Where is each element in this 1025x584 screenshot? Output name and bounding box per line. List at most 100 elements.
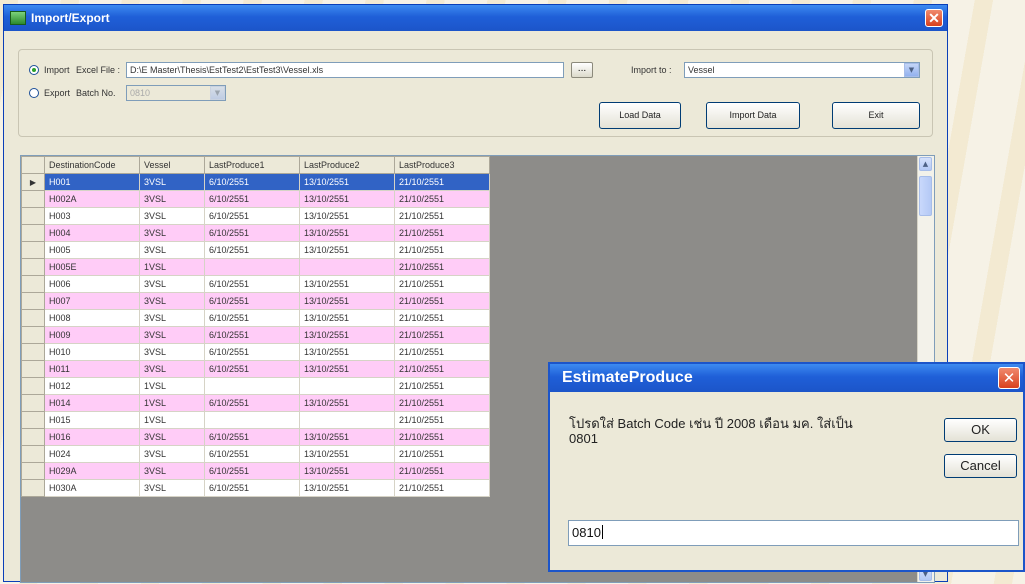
table-cell[interactable]: 3VSL bbox=[139, 343, 205, 361]
table-cell[interactable]: 13/10/2551 bbox=[299, 462, 395, 480]
row-header[interactable] bbox=[21, 224, 45, 242]
table-cell[interactable]: 13/10/2551 bbox=[299, 224, 395, 242]
table-cell[interactable] bbox=[299, 258, 395, 276]
table-cell[interactable]: 21/10/2551 bbox=[394, 207, 490, 225]
batch-code-input[interactable]: 0810 bbox=[568, 520, 1019, 546]
table-cell[interactable]: 1VSL bbox=[139, 377, 205, 395]
table-row[interactable]: H007 3VSL 6/10/2551 13/10/2551 21/10/2551 bbox=[21, 292, 490, 310]
dialog-close-button[interactable]: ✕ bbox=[998, 367, 1020, 389]
table-row[interactable]: H029A 3VSL 6/10/2551 13/10/2551 21/10/2551 bbox=[21, 462, 490, 480]
table-cell[interactable]: 6/10/2551 bbox=[204, 326, 300, 344]
table-cell[interactable] bbox=[204, 411, 300, 429]
column-header[interactable]: DestinationCode bbox=[44, 156, 140, 174]
excel-file-path-field[interactable]: D:\E Master\Thesis\EstTest2\EstTest3\Ves… bbox=[126, 62, 564, 78]
table-cell[interactable]: 13/10/2551 bbox=[299, 207, 395, 225]
row-header[interactable]: ▶ bbox=[21, 173, 45, 191]
table-row[interactable]: H006 3VSL 6/10/2551 13/10/2551 21/10/2551 bbox=[21, 275, 490, 293]
table-cell[interactable]: 21/10/2551 bbox=[394, 479, 490, 497]
table-cell[interactable]: 13/10/2551 bbox=[299, 190, 395, 208]
row-header[interactable] bbox=[21, 479, 45, 497]
table-row[interactable]: H015 1VSL 21/10/2551 bbox=[21, 411, 490, 429]
table-cell[interactable]: H030A bbox=[44, 479, 140, 497]
table-cell[interactable]: 21/10/2551 bbox=[394, 343, 490, 361]
table-cell[interactable]: H007 bbox=[44, 292, 140, 310]
table-cell[interactable]: 3VSL bbox=[139, 190, 205, 208]
window-titlebar[interactable]: Import/Export ✕ bbox=[4, 5, 947, 31]
table-row[interactable]: H016 3VSL 6/10/2551 13/10/2551 21/10/2551 bbox=[21, 428, 490, 446]
table-row[interactable]: H004 3VSL 6/10/2551 13/10/2551 21/10/2551 bbox=[21, 224, 490, 242]
table-cell[interactable]: H003 bbox=[44, 207, 140, 225]
table-cell[interactable]: 13/10/2551 bbox=[299, 275, 395, 293]
table-row[interactable]: H030A 3VSL 6/10/2551 13/10/2551 21/10/2551 bbox=[21, 479, 490, 497]
table-cell[interactable]: 3VSL bbox=[139, 241, 205, 259]
table-cell[interactable]: 13/10/2551 bbox=[299, 326, 395, 344]
table-cell[interactable]: 3VSL bbox=[139, 275, 205, 293]
import-to-select[interactable]: Vessel bbox=[684, 62, 920, 78]
table-cell[interactable]: H005E bbox=[44, 258, 140, 276]
table-cell[interactable]: 13/10/2551 bbox=[299, 292, 395, 310]
load-data-button[interactable]: Load Data bbox=[599, 102, 681, 129]
table-cell[interactable]: 21/10/2551 bbox=[394, 224, 490, 242]
table-cell[interactable] bbox=[299, 411, 395, 429]
table-cell[interactable]: H005 bbox=[44, 241, 140, 259]
table-cell[interactable]: 3VSL bbox=[139, 360, 205, 378]
table-cell[interactable]: 13/10/2551 bbox=[299, 394, 395, 412]
table-cell[interactable]: 13/10/2551 bbox=[299, 445, 395, 463]
table-cell[interactable] bbox=[299, 377, 395, 395]
table-cell[interactable]: 3VSL bbox=[139, 479, 205, 497]
row-header[interactable] bbox=[21, 343, 45, 361]
table-cell[interactable]: 6/10/2551 bbox=[204, 309, 300, 327]
import-data-button[interactable]: Import Data bbox=[706, 102, 800, 129]
table-cell[interactable]: 6/10/2551 bbox=[204, 343, 300, 361]
table-cell[interactable]: 13/10/2551 bbox=[299, 360, 395, 378]
row-header[interactable] bbox=[21, 190, 45, 208]
table-cell[interactable]: 6/10/2551 bbox=[204, 360, 300, 378]
row-header[interactable] bbox=[21, 275, 45, 293]
table-cell[interactable]: 21/10/2551 bbox=[394, 275, 490, 293]
dialog-titlebar[interactable]: EstimateProduce bbox=[550, 364, 1023, 392]
table-cell[interactable]: H012 bbox=[44, 377, 140, 395]
column-header[interactable]: LastProduce3 bbox=[394, 156, 490, 174]
row-header[interactable] bbox=[21, 241, 45, 259]
scroll-up-icon[interactable]: ▲ bbox=[919, 157, 932, 171]
table-cell[interactable]: 3VSL bbox=[139, 207, 205, 225]
row-header[interactable] bbox=[21, 377, 45, 395]
table-row[interactable]: H003 3VSL 6/10/2551 13/10/2551 21/10/2551 bbox=[21, 207, 490, 225]
row-header[interactable] bbox=[21, 360, 45, 378]
table-cell[interactable]: 6/10/2551 bbox=[204, 479, 300, 497]
table-cell[interactable]: 3VSL bbox=[139, 224, 205, 242]
table-cell[interactable]: 13/10/2551 bbox=[299, 428, 395, 446]
table-cell[interactable]: 3VSL bbox=[139, 462, 205, 480]
table-cell[interactable]: 3VSL bbox=[139, 173, 205, 191]
table-cell[interactable]: 21/10/2551 bbox=[394, 445, 490, 463]
row-header[interactable] bbox=[21, 394, 45, 412]
exit-button[interactable]: Exit bbox=[832, 102, 920, 129]
column-header[interactable]: LastProduce2 bbox=[299, 156, 395, 174]
chevron-down-icon[interactable]: ▼ bbox=[210, 86, 225, 100]
table-cell[interactable]: 6/10/2551 bbox=[204, 445, 300, 463]
close-button[interactable]: ✕ bbox=[925, 9, 943, 27]
table-cell[interactable]: H015 bbox=[44, 411, 140, 429]
row-header[interactable] bbox=[21, 292, 45, 310]
table-cell[interactable]: 3VSL bbox=[139, 326, 205, 344]
table-cell[interactable] bbox=[204, 258, 300, 276]
table-cell[interactable]: 6/10/2551 bbox=[204, 394, 300, 412]
table-cell[interactable]: H004 bbox=[44, 224, 140, 242]
table-cell[interactable]: 21/10/2551 bbox=[394, 428, 490, 446]
row-header[interactable] bbox=[21, 326, 45, 344]
row-header[interactable] bbox=[21, 462, 45, 480]
table-cell[interactable]: H016 bbox=[44, 428, 140, 446]
table-cell[interactable]: 21/10/2551 bbox=[394, 360, 490, 378]
table-cell[interactable]: H001 bbox=[44, 173, 140, 191]
row-header[interactable] bbox=[21, 309, 45, 327]
column-header[interactable]: LastProduce1 bbox=[204, 156, 300, 174]
table-cell[interactable]: 13/10/2551 bbox=[299, 343, 395, 361]
table-row[interactable]: H005 3VSL 6/10/2551 13/10/2551 21/10/2551 bbox=[21, 241, 490, 259]
table-cell[interactable]: 6/10/2551 bbox=[204, 224, 300, 242]
table-cell[interactable]: H002A bbox=[44, 190, 140, 208]
table-cell[interactable]: 13/10/2551 bbox=[299, 241, 395, 259]
table-cell[interactable]: 6/10/2551 bbox=[204, 241, 300, 259]
table-cell[interactable]: H014 bbox=[44, 394, 140, 412]
table-cell[interactable]: 13/10/2551 bbox=[299, 479, 395, 497]
table-cell[interactable] bbox=[204, 377, 300, 395]
